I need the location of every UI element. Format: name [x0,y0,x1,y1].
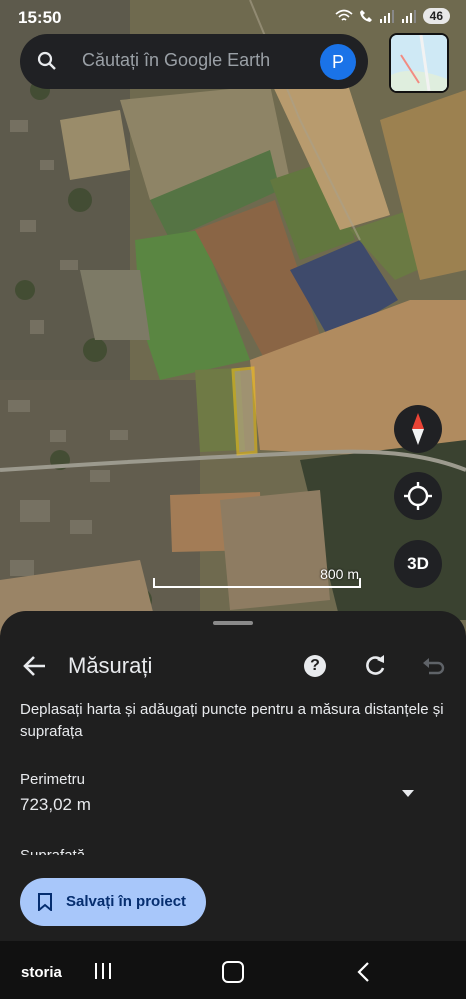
search-bar[interactable]: Căutați în Google Earth P [20,34,368,89]
undo-icon[interactable] [420,653,446,679]
perimeter-label: Perimetru [20,771,86,788]
signal-icon [379,10,394,23]
map-layer-button[interactable] [389,33,449,93]
status-time: 15:50 [18,8,62,27]
perimeter-value: 723,02 m [20,795,91,814]
home-icon[interactable] [222,961,244,983]
satellite-map[interactable] [0,0,466,640]
satellite-imagery [0,0,466,640]
compass-button[interactable] [394,405,442,453]
account-avatar[interactable]: P [320,44,356,80]
bookmark-icon [38,893,52,911]
recents-icon[interactable] [93,962,113,980]
sheet-title: Măsurați [68,653,153,678]
compass-icon [412,413,424,445]
back-arrow-icon[interactable] [20,651,50,681]
sheet-drag-handle[interactable] [213,621,253,625]
status-icons: 46 [335,8,450,24]
map-thumbnail-icon [391,35,447,91]
scale-tick-right [359,578,361,588]
area-label-peek: Suprafață [20,847,85,855]
scale-label: 800 m [320,566,359,582]
status-bar: 15:50 46 [0,0,466,36]
reset-icon[interactable] [362,653,388,679]
signal-icon-2 [401,10,416,23]
3d-toggle-button[interactable]: 3D [394,540,442,588]
measured-parcel-outline [231,366,258,456]
search-input[interactable]: Căutați în Google Earth [82,50,270,71]
save-to-project-button[interactable]: Salvați în proiect [20,878,206,926]
map-scale-bar: 800 m [153,566,361,588]
my-location-button[interactable] [394,472,442,520]
search-icon [37,51,56,70]
nav-back-icon[interactable] [356,961,370,983]
my-location-icon [404,482,432,510]
scale-tick-left [153,578,155,588]
sheet-description: Deplasați harta și adăugați puncte pentr… [20,701,444,740]
help-icon[interactable]: ? [304,655,326,677]
system-nav-bar: storia [0,941,466,999]
measure-bottom-sheet: Măsurați ? Deplasați harta și adăugați p… [0,611,466,941]
scale-line [153,586,361,588]
call-icon [359,10,372,22]
wifi-icon [335,9,353,21]
nav-brand-label: storia [21,964,62,981]
save-button-label: Salvați în proiect [66,893,187,910]
battery-level: 46 [422,8,450,24]
chevron-down-icon[interactable] [398,783,418,803]
